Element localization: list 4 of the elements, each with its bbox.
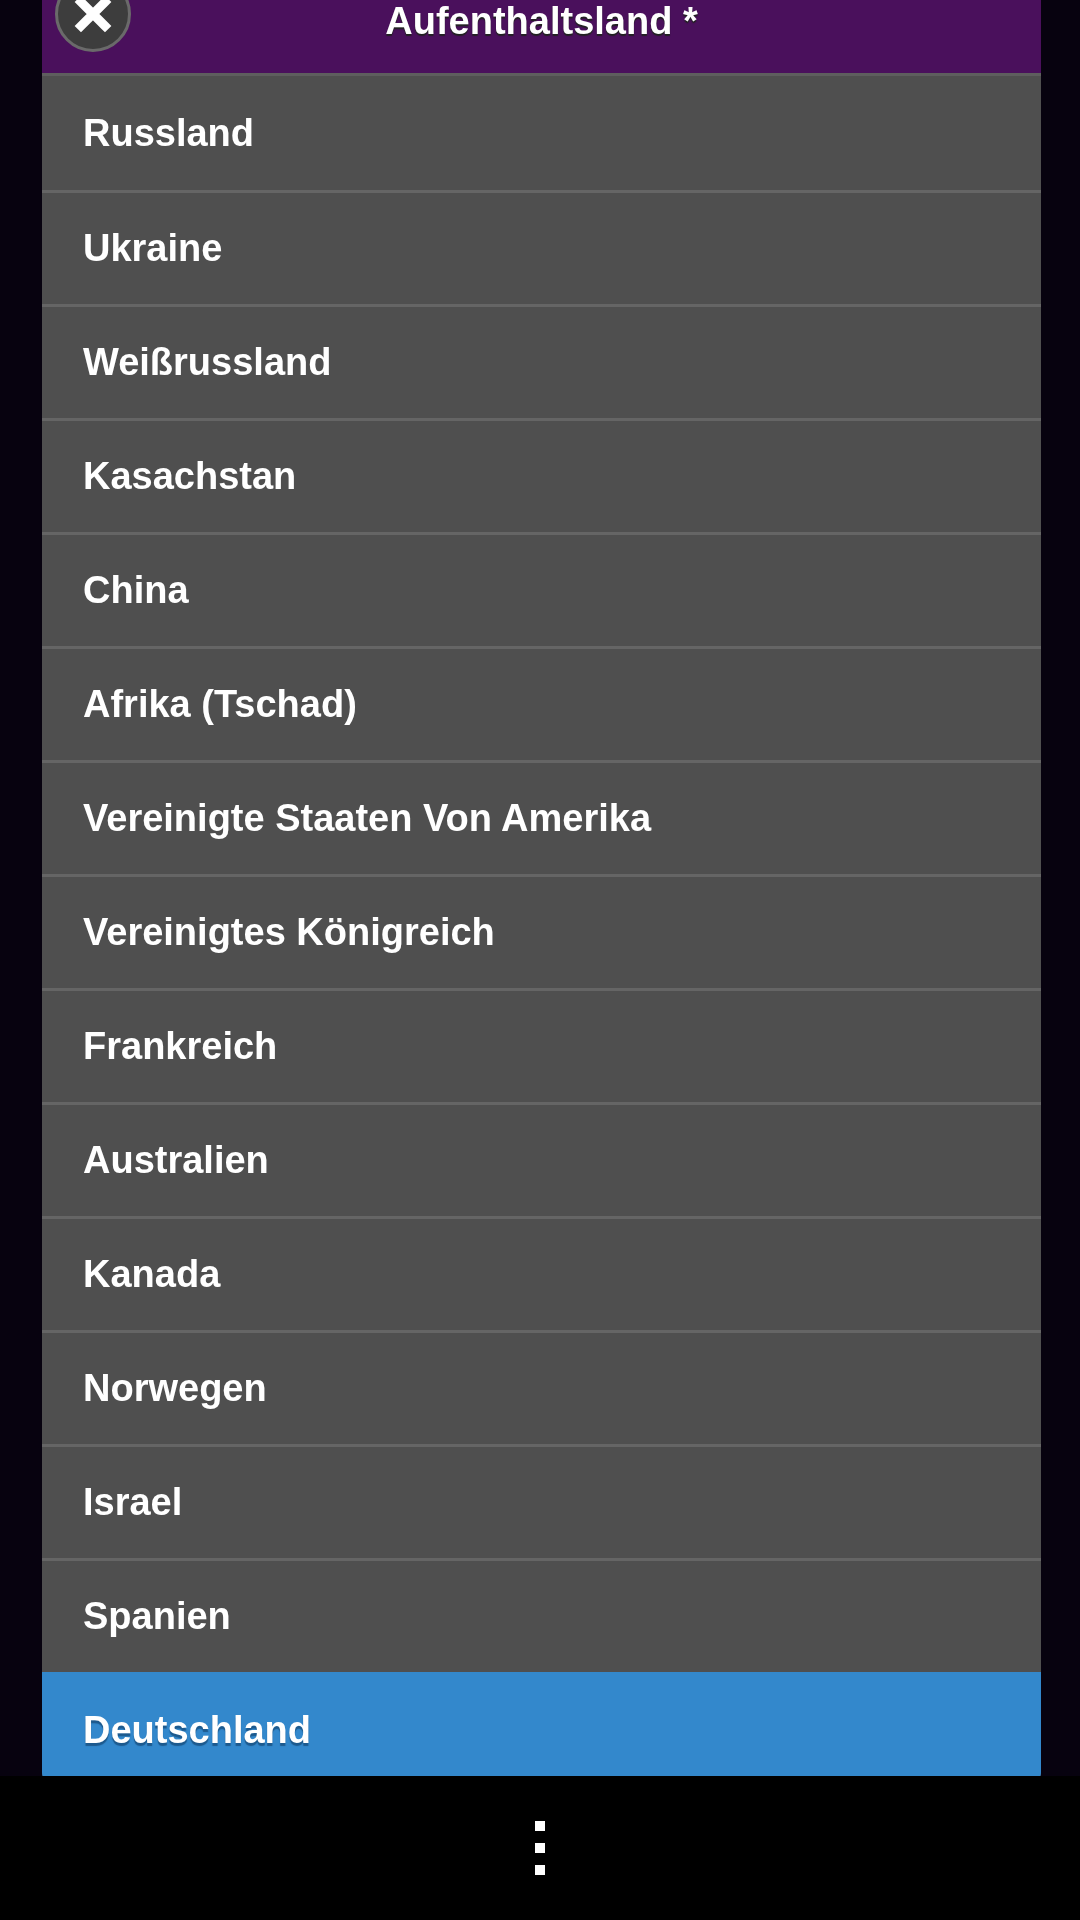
overflow-menu-icon[interactable] [533, 1819, 547, 1877]
dialog-title: Aufenthaltsland * [384, 0, 699, 42]
close-icon [73, 0, 113, 34]
country-option[interactable]: Deutschland [42, 1672, 1041, 1776]
